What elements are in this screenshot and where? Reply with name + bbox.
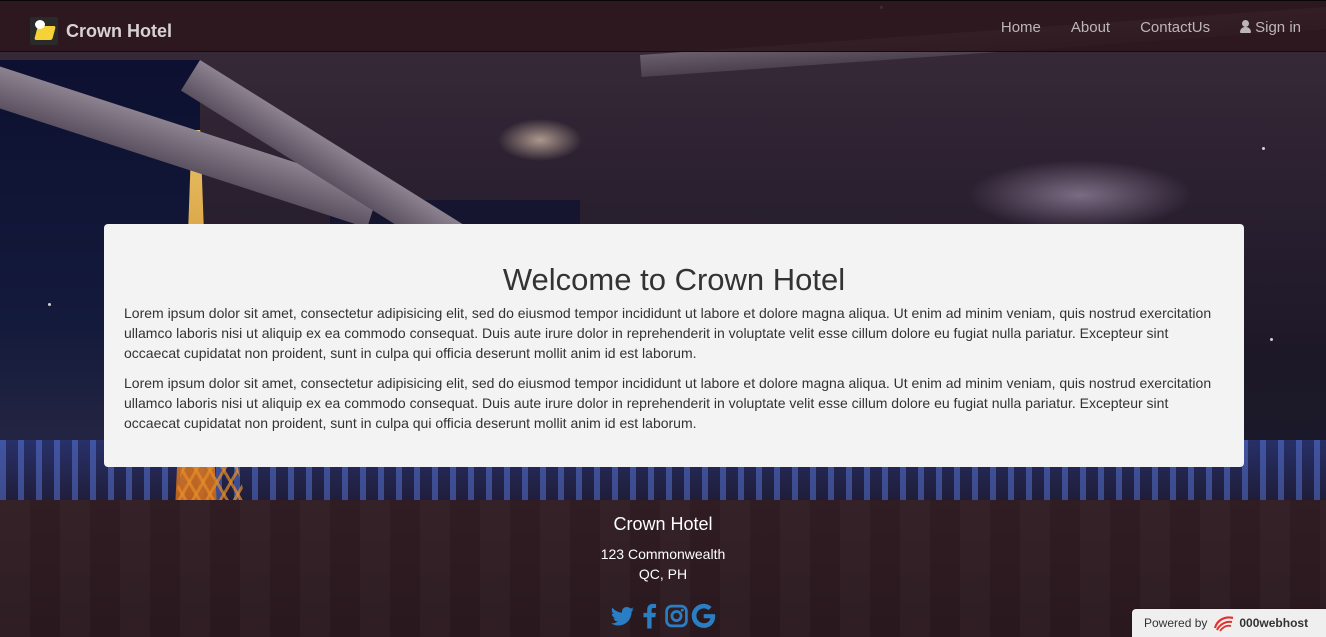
- facebook-icon[interactable]: [637, 603, 662, 629]
- brand-name[interactable]: Crown Hotel: [66, 21, 172, 42]
- navbar: Crown Hotel Home About ContactUs Sign in: [0, 0, 1326, 52]
- footer-title: Crown Hotel: [613, 514, 713, 534]
- sign-in-label: Sign in: [1255, 18, 1301, 36]
- nav-link-contactus[interactable]: ContactUs: [1125, 19, 1225, 36]
- brand-logo-icon: [30, 17, 58, 45]
- google-icon[interactable]: [691, 603, 716, 629]
- nav-link-sign-in[interactable]: Sign in: [1225, 19, 1316, 36]
- footer-address-line2: QC, PH: [638, 566, 688, 582]
- powered-by-label: Powered by: [1144, 616, 1208, 630]
- nav-link-home[interactable]: Home: [986, 19, 1056, 36]
- welcome-panel: Welcome to Crown Hotel Lorem ipsum dolor…: [104, 224, 1244, 467]
- instagram-icon[interactable]: [664, 603, 689, 629]
- welcome-paragraph: Lorem ipsum dolor sit amet, consectetur …: [124, 375, 1212, 431]
- twitter-icon[interactable]: [610, 603, 635, 629]
- welcome-title: Welcome to Crown Hotel: [502, 262, 846, 297]
- powered-by-badge[interactable]: Powered by 000webhost: [1132, 609, 1326, 637]
- user-icon: [1240, 19, 1252, 33]
- nav-links: Home About ContactUs Sign in: [986, 1, 1316, 53]
- powered-by-brand: 000webhost: [1239, 616, 1309, 630]
- nav-link-about[interactable]: About: [1056, 19, 1125, 36]
- social-links: [0, 603, 1326, 629]
- footer-address-line1: 123 Commonwealth: [600, 546, 726, 562]
- welcome-paragraph: Lorem ipsum dolor sit amet, consectetur …: [124, 305, 1212, 361]
- brand[interactable]: Crown Hotel: [30, 17, 172, 45]
- footer: Crown Hotel 123 Commonwealth QC, PH: [0, 500, 1326, 637]
- 000webhost-logo-icon: [1214, 616, 1234, 632]
